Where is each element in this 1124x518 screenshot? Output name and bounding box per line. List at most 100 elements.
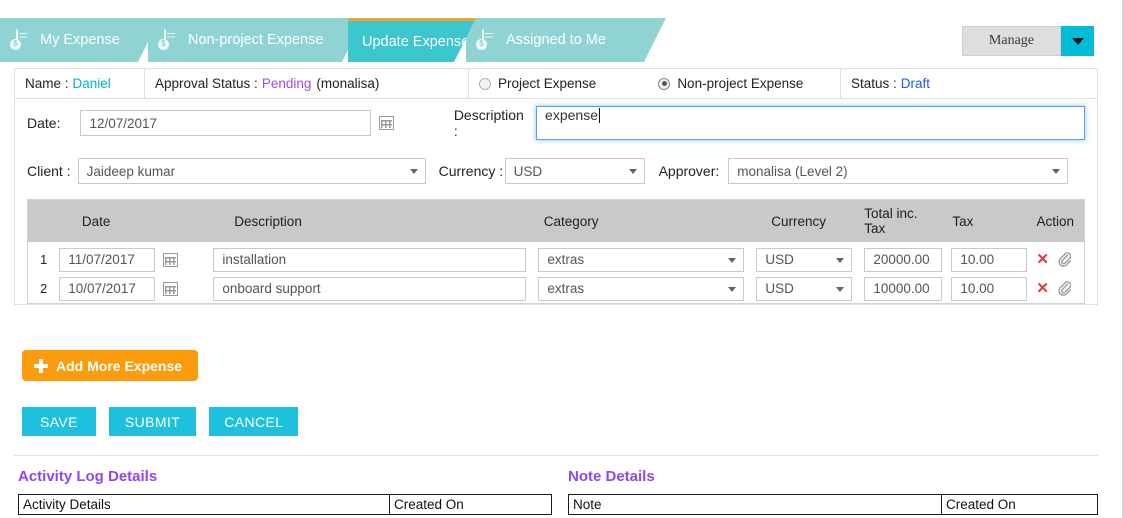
row-date-input[interactable]	[59, 247, 156, 272]
chevron-down-icon	[409, 169, 418, 174]
row-description-input[interactable]	[213, 247, 527, 272]
paperclip-icon[interactable]	[1058, 251, 1071, 268]
note-details-title: Note Details	[568, 468, 655, 485]
note-header: Note	[573, 497, 602, 512]
manage-dropdown-button[interactable]	[1061, 26, 1094, 56]
table-body: 1 extras USD ✕	[28, 245, 1084, 303]
approver-value: monalisa (Level 2)	[737, 163, 848, 179]
col-action: Action	[1036, 213, 1075, 229]
manage-control: Manage	[961, 26, 1094, 56]
activity-log-table: Activity Details Created On	[18, 494, 552, 515]
name-value: Daniel	[72, 76, 111, 91]
currency-value: USD	[513, 163, 543, 179]
row-category-select[interactable]: extras	[538, 247, 745, 272]
submit-button[interactable]: SUBMIT	[108, 407, 197, 436]
approval-status-value: Pending	[261, 76, 312, 91]
radio-label: Non-project Expense	[677, 76, 804, 91]
approver-select[interactable]: monalisa (Level 2)	[728, 158, 1069, 184]
tab-label: Update Expense	[362, 33, 470, 50]
tab-update-expense[interactable]: Update Expense	[348, 18, 476, 62]
approval-status-field: Approval Status : Pending (monalisa)	[145, 69, 469, 98]
client-label: Client :	[27, 163, 71, 179]
row-category-value: extras	[547, 281, 585, 296]
row-currency-select[interactable]: USD	[756, 276, 853, 301]
tab-my-expense[interactable]: My Expense	[0, 18, 160, 62]
tab-non-project-expense[interactable]: Non-project Expense	[148, 18, 364, 62]
col-total-line2: Tax	[864, 221, 886, 236]
paperclip-icon[interactable]	[1058, 280, 1071, 297]
cancel-button[interactable]: CANCEL	[209, 407, 299, 436]
currency-select[interactable]: USD	[504, 158, 645, 184]
document-dollar-icon	[164, 30, 181, 50]
activity-details-header: Activity Details	[23, 497, 111, 512]
section-divider	[14, 455, 1098, 456]
tab-label: Assigned to Me	[506, 32, 606, 48]
date-input[interactable]	[80, 110, 371, 136]
client-select[interactable]: Jaideep kumar	[77, 158, 426, 184]
table-row: 2 extras USD ✕	[28, 274, 1084, 303]
row-currency-select[interactable]: USD	[756, 247, 853, 272]
tab-label: Non-project Expense	[188, 32, 324, 48]
approver-label: Approver:	[658, 163, 720, 179]
row-tax-input[interactable]	[951, 276, 1028, 301]
row-tax-input[interactable]	[951, 247, 1028, 272]
form-action-buttons: SAVE SUBMIT CANCEL	[22, 407, 299, 436]
approver-name: (monalisa)	[316, 76, 380, 91]
col-tax: Tax	[952, 213, 974, 229]
status-field: Status : Draft	[841, 69, 1097, 98]
chevron-down-icon	[836, 257, 845, 263]
description-label: Description :	[453, 107, 524, 139]
row-currency-value: USD	[765, 252, 794, 267]
chevron-down-icon	[628, 169, 637, 174]
date-label: Date:	[27, 115, 61, 131]
radio-non-project-expense[interactable]: Non-project Expense	[658, 76, 803, 91]
tab-bar: My Expense Non-project Expense Update Ex…	[0, 18, 1124, 62]
row-category-value: extras	[547, 252, 585, 267]
approval-status-label: Approval Status :	[155, 76, 258, 91]
calendar-icon[interactable]	[163, 252, 179, 267]
status-label: Status :	[851, 76, 897, 91]
plus-icon	[34, 358, 48, 373]
col-total-line1: Total inc.	[864, 206, 918, 221]
chevron-down-icon	[728, 257, 737, 263]
row-date-input[interactable]	[59, 276, 156, 301]
description-input[interactable]: expense	[536, 106, 1086, 140]
row-index: 1	[40, 252, 48, 267]
document-dollar-icon	[16, 30, 33, 50]
col-category: Category	[543, 213, 599, 229]
name-label: Name :	[25, 76, 69, 91]
chevron-down-icon	[1052, 169, 1061, 174]
radio-project-expense[interactable]: Project Expense	[479, 76, 596, 91]
tab-label: My Expense	[40, 32, 120, 48]
expense-form-panel: Name : Daniel Approval Status : Pending …	[14, 68, 1098, 305]
manage-button[interactable]: Manage	[961, 26, 1061, 56]
col-description: Description	[234, 213, 302, 229]
calendar-icon[interactable]	[378, 116, 394, 130]
add-more-expense-label: Add More Expense	[56, 357, 183, 374]
client-value: Jaideep kumar	[86, 163, 176, 179]
col-currency: Currency	[771, 213, 827, 229]
row-category-select[interactable]: extras	[538, 276, 745, 301]
table-row: 1 extras USD ✕	[28, 245, 1084, 274]
text-cursor	[598, 108, 600, 123]
calendar-icon[interactable]	[163, 281, 179, 296]
add-more-expense-button[interactable]: Add More Expense	[22, 350, 199, 381]
expense-type-radios: Project Expense Non-project Expense	[469, 69, 841, 98]
chevron-down-icon	[836, 286, 845, 292]
note-details-table: Note Created On	[568, 494, 1098, 515]
row-index: 2	[40, 281, 48, 296]
activity-log-section: Activity Log Details Activity Details Cr…	[18, 468, 552, 515]
row-total-input[interactable]	[864, 247, 943, 272]
activity-log-title: Activity Log Details	[18, 468, 158, 485]
close-x-icon[interactable]: ✕	[1036, 281, 1049, 296]
close-x-icon[interactable]: ✕	[1036, 252, 1049, 267]
chevron-down-icon	[728, 286, 737, 292]
form-row-client-currency-approver: Client : Jaideep kumar Currency : USD Ap…	[15, 147, 1097, 195]
name-field: Name : Daniel	[15, 69, 145, 98]
radio-circle-icon	[479, 77, 491, 90]
row-total-input[interactable]	[864, 276, 943, 301]
save-button[interactable]: SAVE	[22, 407, 96, 436]
row-description-input[interactable]	[213, 276, 527, 301]
tab-assigned-to-me[interactable]: Assigned to Me	[466, 18, 666, 62]
currency-label: Currency :	[438, 162, 504, 179]
